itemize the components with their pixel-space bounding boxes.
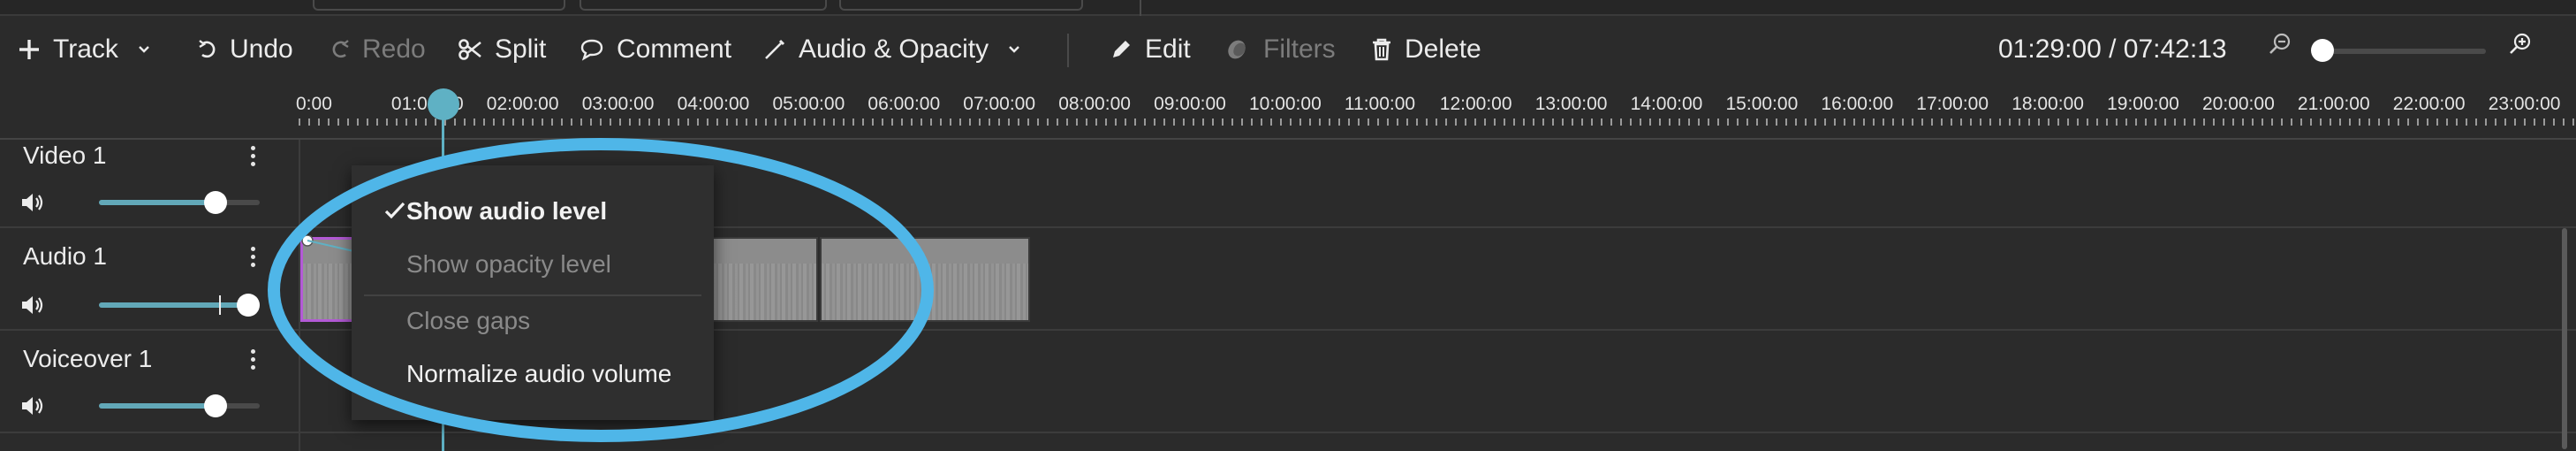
track-label: Track	[53, 34, 118, 64]
menu-item-show-audio-level[interactable]: Show audio level	[406, 197, 607, 226]
ruler-label: 11:00:00	[1344, 94, 1416, 114]
filters-button[interactable]: Filters	[1224, 18, 1336, 81]
top-strip	[0, 0, 2576, 16]
delete-button[interactable]: Delete	[1371, 18, 1481, 81]
ruler-label: 15:00:00	[1725, 94, 1799, 114]
menu-separator	[364, 294, 701, 296]
checkmark-icon	[383, 201, 406, 225]
add-track-button[interactable]: Track	[18, 18, 150, 81]
ruler-label: 04:00:00	[677, 94, 750, 114]
ruler-label: 09:00:00	[1154, 94, 1226, 114]
track-name-video-1: Video 1	[23, 141, 107, 169]
kebab-icon[interactable]	[244, 143, 261, 170]
ruler-label: 18:00:00	[2012, 94, 2084, 114]
speaker-icon[interactable]	[19, 191, 46, 218]
undo-label: Undo	[230, 34, 293, 64]
line-pen-icon	[763, 38, 786, 61]
delete-label: Delete	[1405, 34, 1481, 64]
volume-slider-video-1[interactable]	[99, 191, 260, 214]
pencil-icon	[1110, 38, 1133, 61]
menu-item-close-gaps[interactable]: Close gaps	[406, 307, 530, 335]
ruler-label: 14:00:00	[1630, 94, 1703, 114]
ruler-ticks	[299, 118, 2576, 126]
undo-button[interactable]: Undo	[198, 18, 293, 81]
ruler-label: 07:00:00	[963, 94, 1036, 114]
speech-bubble-icon	[580, 38, 604, 61]
ruler-label: 0:00	[296, 94, 332, 114]
plus-icon	[18, 38, 41, 61]
ruler-label: 19:00:00	[2107, 94, 2179, 114]
top-tab[interactable]	[580, 0, 827, 11]
redo-label: Redo	[362, 34, 426, 64]
volume-slider-thumb[interactable]	[203, 394, 227, 417]
speaker-icon[interactable]	[19, 394, 46, 422]
audio-clip[interactable]	[820, 237, 1030, 322]
scissors-icon	[458, 37, 482, 62]
ruler-label: 22:00:00	[2392, 94, 2466, 114]
audio-opacity-button[interactable]: Audio & Opacity	[763, 18, 1020, 81]
ruler-label: 02:00:00	[486, 94, 559, 114]
split-label: Split	[495, 34, 547, 64]
ruler-label: 21:00:00	[2297, 94, 2370, 114]
menu-item-show-opacity-level[interactable]: Show opacity level	[406, 250, 611, 279]
ruler-label: 12:00:00	[1439, 94, 1512, 114]
zoom-slider-track[interactable]	[2318, 49, 2486, 54]
volume-slider-thumb[interactable]	[237, 294, 260, 317]
undo-icon	[198, 38, 217, 61]
chevron-down-icon	[138, 45, 150, 54]
edit-button[interactable]: Edit	[1110, 18, 1191, 81]
volume-fill	[99, 200, 216, 205]
volume-fill	[99, 403, 216, 409]
kebab-icon[interactable]	[244, 347, 261, 373]
video-editor-timeline: Track Undo Redo Split Comment Audio & Op…	[0, 0, 2576, 451]
divider	[0, 138, 2576, 140]
comment-label: Comment	[617, 34, 732, 64]
volume-slider-voiceover-1[interactable]	[99, 394, 260, 417]
ruler-label: 20:00:00	[2202, 94, 2275, 114]
audio-opacity-label: Audio & Opacity	[799, 34, 989, 64]
context-menu: Show audio level Show opacity level Clos…	[352, 165, 714, 420]
timeline-ruler[interactable]: 0:0001:00:0002:00:0003:00:0004:00:0005:0…	[296, 87, 2576, 141]
comment-button[interactable]: Comment	[580, 18, 731, 81]
kebab-icon[interactable]	[244, 244, 261, 271]
ruler-label: 17:00:00	[1916, 94, 1989, 114]
zoom-out-icon[interactable]	[2269, 32, 2293, 61]
ruler-label: 06:00:00	[868, 94, 941, 114]
zoom-in-icon[interactable]	[2509, 32, 2534, 61]
redo-button[interactable]: Redo	[330, 18, 426, 81]
top-tab[interactable]	[839, 0, 1083, 11]
trash-icon	[1371, 37, 1392, 62]
volume-slider-audio-1[interactable]	[99, 294, 260, 317]
split-button[interactable]: Split	[458, 18, 546, 81]
playhead-handle[interactable]	[428, 88, 459, 120]
chevron-down-icon	[1008, 45, 1020, 54]
ruler-label: 03:00:00	[581, 94, 655, 114]
divider	[1140, 0, 1141, 16]
menu-item-normalize-audio-volume[interactable]: Normalize audio volume	[406, 360, 671, 388]
top-tab[interactable]	[313, 0, 565, 11]
ruler-label: 08:00:00	[1058, 94, 1131, 114]
redo-icon	[330, 38, 350, 61]
edit-label: Edit	[1145, 34, 1191, 64]
filters-icon	[1224, 38, 1251, 61]
ruler-label: 05:00:00	[772, 94, 845, 114]
ruler-label: 16:00:00	[1821, 94, 1894, 114]
ruler-label: 13:00:00	[1534, 94, 1608, 114]
filters-label: Filters	[1263, 34, 1336, 64]
timecode-display: 01:29:00 / 07:42:13	[1998, 34, 2227, 64]
vertical-scrollbar[interactable]	[2562, 228, 2567, 449]
toolbar-divider	[1067, 34, 1069, 67]
track-name-voiceover-1: Voiceover 1	[23, 345, 153, 372]
speaker-icon[interactable]	[19, 294, 46, 321]
zoom-slider-thumb[interactable]	[2311, 39, 2334, 62]
volume-fill	[99, 302, 248, 308]
ruler-label: 10:00:00	[1249, 94, 1322, 114]
ruler-label: 23:00:00	[2488, 94, 2561, 114]
volume-marker	[219, 295, 221, 315]
track-name-audio-1: Audio 1	[23, 242, 107, 270]
divider	[0, 432, 2576, 433]
volume-slider-thumb[interactable]	[203, 191, 227, 214]
